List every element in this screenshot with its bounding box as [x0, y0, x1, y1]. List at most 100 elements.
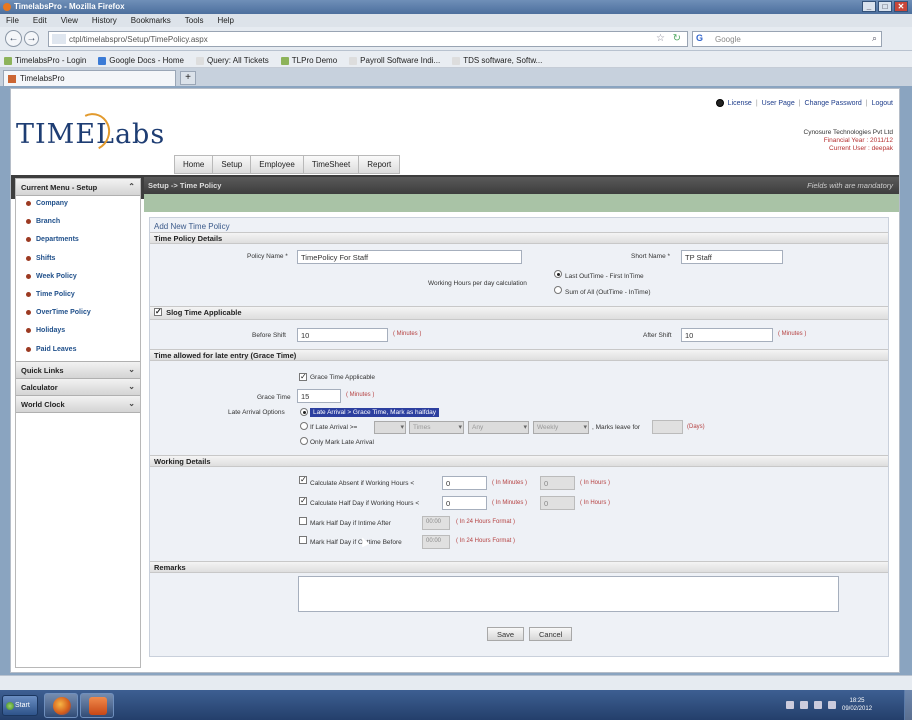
taskbar-app[interactable]: [80, 693, 114, 718]
sidebar-item-departments[interactable]: Departments: [16, 232, 140, 250]
policy-name-field[interactable]: TimePolicy For Staff: [297, 250, 522, 264]
late-any-select[interactable]: Any: [468, 421, 529, 434]
start-button[interactable]: Start: [2, 695, 38, 716]
chevron-down-icon[interactable]: ⌄: [128, 382, 135, 391]
user-page-link[interactable]: User Page: [762, 100, 795, 107]
menu-edit[interactable]: Edit: [33, 16, 47, 27]
search-icon[interactable]: ⌕: [872, 33, 877, 44]
sidebar-item-holidays[interactable]: Holidays: [16, 323, 140, 341]
remarks-textarea[interactable]: [298, 576, 839, 612]
menu-history[interactable]: History: [92, 16, 117, 27]
sidebar-item-paid-leaves[interactable]: Paid Leaves: [16, 342, 140, 360]
absent-checkbox[interactable]: ✓: [299, 476, 307, 484]
show-desktop-button[interactable]: [904, 690, 912, 720]
browser-menu-bar: File Edit View History Bookmarks Tools H…: [0, 14, 912, 27]
calc-option-sum-radio[interactable]: [554, 286, 562, 294]
late-times-select[interactable]: Times: [409, 421, 464, 434]
grace-applicable-checkbox[interactable]: ✓: [299, 373, 307, 381]
absent-label: Calculate Absent if Working Hours <: [310, 480, 415, 487]
leave-days-field[interactable]: [652, 420, 683, 434]
sidebar-item-overtime-policy[interactable]: OverTime Policy: [16, 305, 140, 323]
bookmark-item[interactable]: TDS software, Softw...: [452, 54, 542, 67]
new-tab-button[interactable]: +: [180, 71, 196, 85]
menu-setup[interactable]: Setup: [212, 155, 251, 174]
taskbar-firefox[interactable]: [44, 693, 78, 718]
tab-strip: TimelabsPro +: [0, 68, 912, 86]
short-name-label: Short Name *: [631, 253, 671, 260]
halfday-checkbox[interactable]: ✓: [299, 497, 307, 505]
chevron-up-icon[interactable]: ⌃: [128, 182, 135, 191]
after-shift-field[interactable]: 10: [681, 328, 773, 342]
menu-home[interactable]: Home: [174, 155, 213, 174]
timelabs-logo: TIMELabs: [16, 107, 165, 157]
google-icon[interactable]: G: [696, 33, 710, 45]
late-period-select[interactable]: Weekly: [533, 421, 589, 434]
short-name-field[interactable]: TP Staff: [681, 250, 783, 264]
absent-minutes-field[interactable]: 0: [442, 476, 487, 490]
menu-file[interactable]: File: [6, 16, 19, 27]
save-button[interactable]: Save: [487, 627, 525, 641]
bookmark-icon: [280, 56, 289, 65]
sidebar-item-time-policy[interactable]: Time Policy: [16, 287, 140, 305]
chevron-down-icon[interactable]: ⌄: [128, 365, 135, 374]
tray-flag-icon[interactable]: [814, 701, 822, 709]
slog-checkbox[interactable]: ✓: [154, 308, 162, 317]
sidebar-current-menu-header[interactable]: Current Menu - Setup ⌃: [16, 179, 140, 196]
menu-timesheet[interactable]: TimeSheet: [302, 155, 359, 174]
sidebar-item-week-policy[interactable]: Week Policy: [16, 269, 140, 287]
search-bar[interactable]: G Google ⌕: [692, 31, 882, 47]
calc-option-last-first-radio[interactable]: [554, 270, 562, 278]
back-button[interactable]: ←: [5, 30, 22, 47]
tab-favicon: [8, 75, 16, 83]
menu-employee[interactable]: Employee: [250, 155, 303, 174]
outtime-before-field[interactable]: 00:00: [422, 535, 450, 549]
sidebar-item-company[interactable]: Company: [16, 196, 140, 214]
star-icon[interactable]: ☆: [656, 33, 665, 44]
tray-arrow-icon[interactable]: [786, 701, 794, 709]
calc-option-2-label: Sum of All (OutTime - InTime): [565, 289, 651, 296]
bookmark-item[interactable]: TLPro Demo: [280, 54, 337, 67]
sidebar-world-clock[interactable]: World Clock ⌄: [16, 396, 140, 413]
outtime-before-checkbox[interactable]: [299, 536, 307, 544]
url-bar[interactable]: ctpl/timelabspro/Setup/TimePolicy.aspx ☆…: [48, 31, 688, 47]
cancel-button[interactable]: Cancel: [529, 627, 573, 641]
menu-help[interactable]: Help: [217, 16, 233, 27]
close-button[interactable]: ✕: [894, 1, 908, 12]
tray-volume-icon[interactable]: [828, 701, 836, 709]
before-shift-field[interactable]: 10: [297, 328, 388, 342]
change-password-link[interactable]: Change Password: [805, 100, 862, 107]
late-count-field[interactable]: [374, 421, 406, 434]
bookmark-item[interactable]: TimelabsPro - Login: [4, 54, 86, 67]
sidebar-item-branch[interactable]: Branch: [16, 214, 140, 232]
grace-time-field[interactable]: 15: [297, 389, 341, 403]
sidebar-quick-links[interactable]: Quick Links ⌄: [16, 362, 140, 379]
late-option-halfday-radio[interactable]: [300, 408, 308, 416]
reload-icon[interactable]: ↻: [673, 33, 681, 44]
before-shift-hint: ( Minutes ): [393, 331, 422, 337]
sidebar-item-shifts[interactable]: Shifts: [16, 251, 140, 269]
tab-timelabspro[interactable]: TimelabsPro: [3, 70, 176, 86]
minimize-button[interactable]: _: [862, 1, 876, 12]
bookmark-item[interactable]: Google Docs - Home: [98, 54, 184, 67]
menu-view[interactable]: View: [61, 16, 78, 27]
intime-after-field[interactable]: 00:00: [422, 516, 450, 530]
bookmark-item[interactable]: Payroll Software Indi...: [349, 54, 440, 67]
firefox-icon: [3, 3, 11, 11]
app-icon: [89, 697, 107, 715]
chevron-down-icon[interactable]: ⌄: [128, 399, 135, 408]
maximize-button[interactable]: □: [878, 1, 892, 12]
clock[interactable]: 18:25 09/02/2012: [842, 697, 872, 713]
late-option-count-radio[interactable]: [300, 422, 308, 430]
late-option-only-mark-radio[interactable]: [300, 437, 308, 445]
license-link[interactable]: License: [728, 100, 752, 107]
intime-after-checkbox[interactable]: [299, 517, 307, 525]
tray-network-icon[interactable]: [800, 701, 808, 709]
menu-bookmarks[interactable]: Bookmarks: [131, 16, 171, 27]
sidebar-calculator[interactable]: Calculator ⌄: [16, 379, 140, 396]
logout-link[interactable]: Logout: [872, 100, 893, 107]
forward-button[interactable]: →: [24, 31, 39, 46]
halfday-minutes-field[interactable]: 0: [442, 496, 487, 510]
bookmark-item[interactable]: Query: All Tickets: [196, 54, 269, 67]
menu-report[interactable]: Report: [358, 155, 401, 174]
menu-tools[interactable]: Tools: [185, 16, 204, 27]
